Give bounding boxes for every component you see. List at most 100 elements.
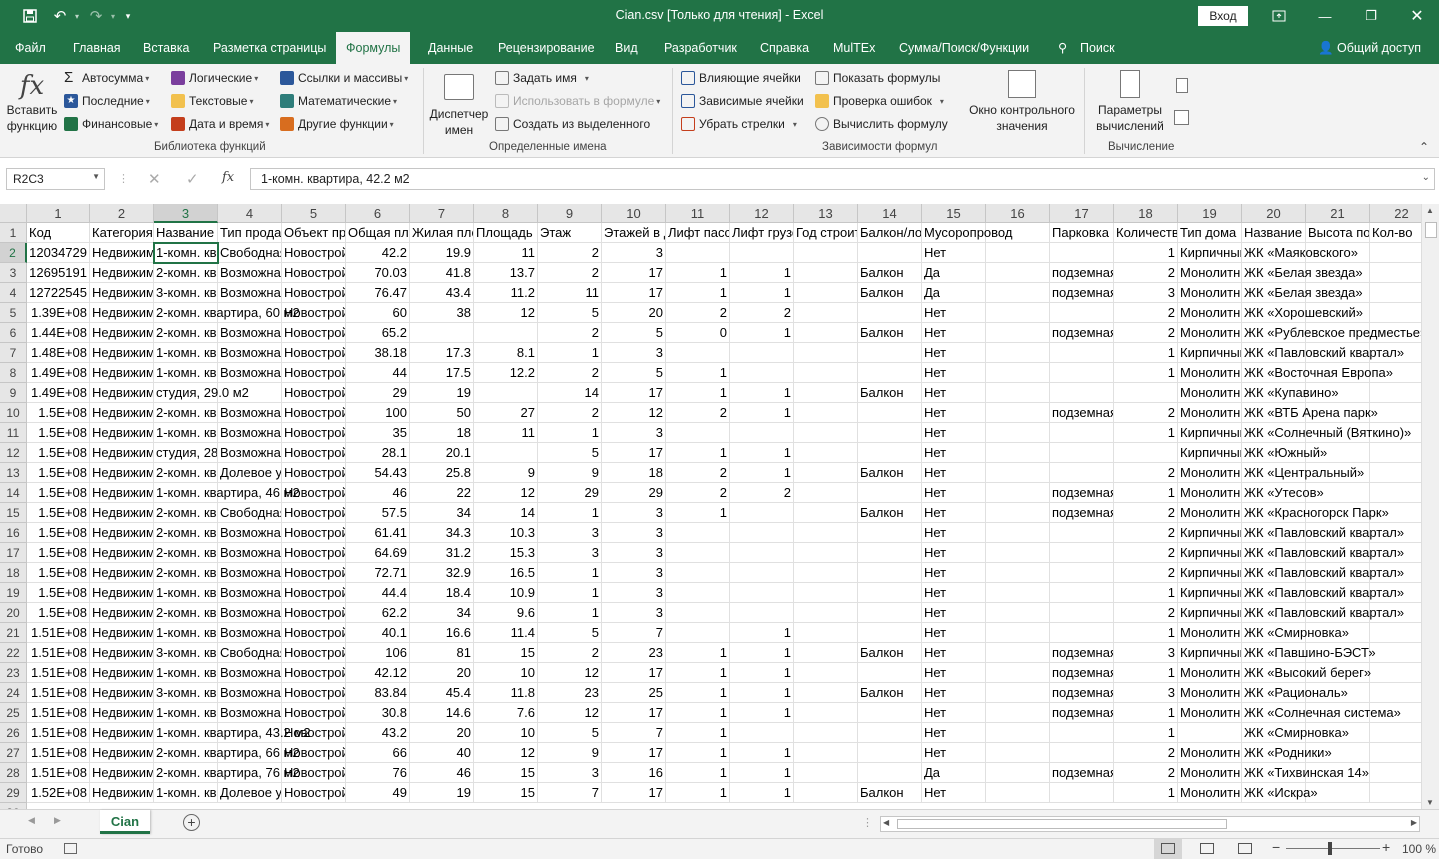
cell[interactable]: Кирпичный: [1178, 563, 1242, 583]
financial-functions-button[interactable]: Финансовые ▾: [64, 114, 158, 134]
cell[interactable]: [986, 643, 1050, 663]
cell[interactable]: 9: [538, 463, 602, 483]
column-header[interactable]: 6: [346, 204, 410, 223]
cell[interactable]: [986, 723, 1050, 743]
cell[interactable]: Да: [922, 283, 986, 303]
cell[interactable]: Кирпичный: [1178, 343, 1242, 363]
tab-sum-search-functions[interactable]: Сумма/Поиск/Функции: [899, 32, 1029, 64]
ribbon-display-options-icon[interactable]: [1264, 4, 1294, 28]
cell[interactable]: 18.4: [410, 583, 474, 603]
cell[interactable]: [794, 423, 858, 443]
formula-input[interactable]: 1-комн. квартира, 42.2 м2 ⌄: [250, 168, 1435, 190]
cell[interactable]: 12: [602, 403, 666, 423]
insert-function-icon[interactable]: fx: [222, 170, 234, 185]
header-cell[interactable]: Название: [154, 223, 218, 243]
cell[interactable]: Возможна ипотека: [218, 343, 282, 363]
cell[interactable]: Новостройка: [282, 543, 346, 563]
cell[interactable]: 42.12: [346, 663, 410, 683]
cell[interactable]: Нет: [922, 483, 986, 503]
header-cell[interactable]: Этаж: [538, 223, 602, 243]
zoom-slider-thumb[interactable]: [1328, 842, 1332, 855]
cell[interactable]: 2: [1114, 463, 1178, 483]
cell[interactable]: [666, 243, 730, 263]
cell[interactable]: 9: [538, 743, 602, 763]
cell[interactable]: [986, 363, 1050, 383]
cell[interactable]: Возможна ипотека: [218, 663, 282, 683]
scroll-down-icon[interactable]: ▼: [1426, 798, 1434, 807]
cell[interactable]: [794, 643, 858, 663]
cell[interactable]: Новостройка: [282, 403, 346, 423]
cell[interactable]: [666, 543, 730, 563]
cell[interactable]: 1: [666, 683, 730, 703]
cancel-icon[interactable]: ✕: [148, 170, 161, 188]
cell[interactable]: [1050, 303, 1114, 323]
cell[interactable]: 1: [1114, 783, 1178, 803]
cell[interactable]: 3: [538, 543, 602, 563]
cell[interactable]: 1-комн. квартира, 46 м2: [154, 483, 300, 503]
cell[interactable]: 49: [346, 783, 410, 803]
cell[interactable]: 2: [1114, 603, 1178, 623]
cell[interactable]: [794, 763, 858, 783]
cell[interactable]: 3: [1114, 643, 1178, 663]
cell[interactable]: 76: [346, 763, 410, 783]
cell[interactable]: [858, 703, 922, 723]
cell[interactable]: 15.3: [474, 543, 538, 563]
cell[interactable]: 43.4: [410, 283, 474, 303]
cell[interactable]: 1: [666, 783, 730, 803]
cell[interactable]: Новостройка: [282, 363, 346, 383]
cell[interactable]: Недвижимость: [90, 503, 154, 523]
cell[interactable]: 41.8: [410, 263, 474, 283]
scroll-left-icon[interactable]: ◀: [883, 818, 889, 827]
row-header[interactable]: 3: [0, 263, 27, 283]
cell[interactable]: 1: [1114, 723, 1178, 743]
cell[interactable]: Возможна ипотека: [218, 263, 282, 283]
cell[interactable]: 2-комн. квартира: [154, 603, 218, 623]
cell[interactable]: Новостройка: [282, 243, 346, 263]
cell[interactable]: [1050, 603, 1114, 623]
cell[interactable]: Нет: [922, 323, 986, 343]
logical-functions-button[interactable]: Логические ▾: [171, 68, 258, 88]
cell[interactable]: Новостройка: [282, 663, 346, 683]
cell[interactable]: 1: [666, 283, 730, 303]
cell[interactable]: [986, 483, 1050, 503]
cell[interactable]: [666, 563, 730, 583]
cell[interactable]: Монолитный: [1178, 363, 1242, 383]
cell[interactable]: Нет: [922, 783, 986, 803]
cell[interactable]: 60: [346, 303, 410, 323]
cell[interactable]: 34.3: [410, 523, 474, 543]
cell[interactable]: 20: [410, 723, 474, 743]
header-cell[interactable]: Тип дома: [1178, 223, 1242, 243]
cell[interactable]: подземная: [1050, 663, 1114, 683]
row-header[interactable]: 9: [0, 383, 27, 403]
cell[interactable]: 43.2: [346, 723, 410, 743]
cell[interactable]: Новостройка: [282, 783, 346, 803]
tab-review[interactable]: Рецензирование: [498, 32, 595, 64]
signin-button[interactable]: Вход: [1198, 6, 1248, 26]
cell[interactable]: Балкон: [858, 463, 922, 483]
cell[interactable]: 3: [602, 583, 666, 603]
cell[interactable]: ЖК «Павшино-БЭСТ»: [1242, 643, 1376, 663]
cell[interactable]: Недвижимость: [90, 323, 154, 343]
cell[interactable]: [986, 423, 1050, 443]
cell[interactable]: ЖК «Рублевское предместье»: [1242, 323, 1421, 343]
vertical-scroll-thumb[interactable]: [1425, 222, 1437, 238]
cell[interactable]: [858, 563, 922, 583]
column-header[interactable]: 22: [1370, 204, 1421, 223]
cell[interactable]: Недвижимость: [90, 303, 154, 323]
cell[interactable]: 15: [474, 763, 538, 783]
cell[interactable]: [730, 343, 794, 363]
cell[interactable]: 3: [538, 523, 602, 543]
cell[interactable]: [474, 443, 538, 463]
cell[interactable]: Недвижимость: [90, 763, 154, 783]
cell[interactable]: [794, 523, 858, 543]
expand-formula-bar-icon[interactable]: ⌄: [1422, 172, 1430, 183]
column-header[interactable]: 17: [1050, 204, 1114, 223]
cell[interactable]: [858, 583, 922, 603]
calculate-sheet-icon[interactable]: [1174, 110, 1189, 125]
header-cell[interactable]: Категория: [90, 223, 154, 243]
cell[interactable]: 16.6: [410, 623, 474, 643]
cell[interactable]: [858, 403, 922, 423]
cell[interactable]: Монолитный: [1178, 283, 1242, 303]
cell[interactable]: 65.2: [346, 323, 410, 343]
cell[interactable]: 12: [538, 663, 602, 683]
